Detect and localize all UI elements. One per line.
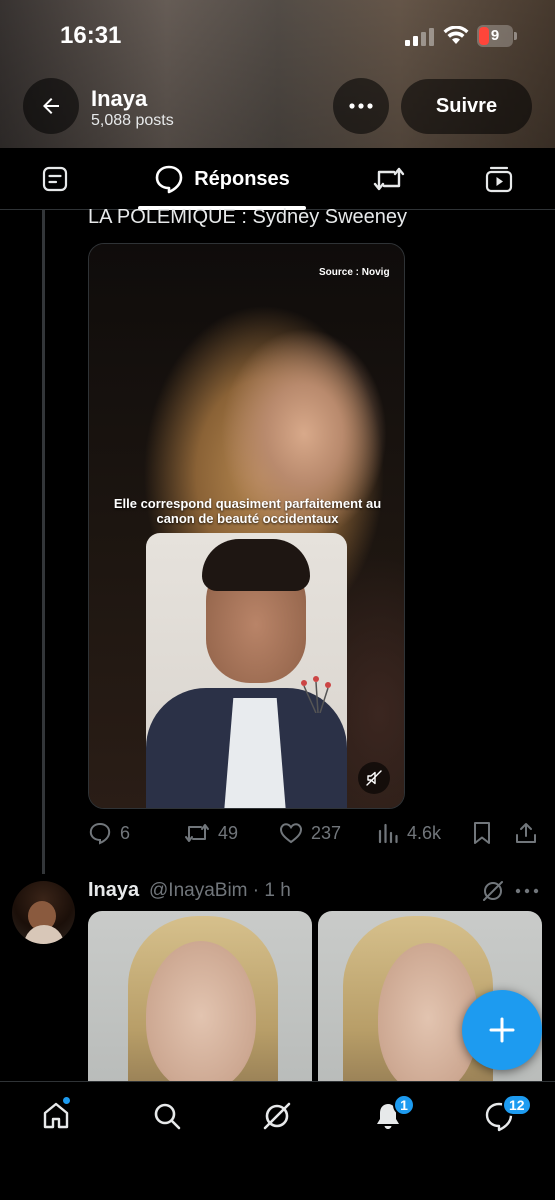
battery-level: 9	[490, 27, 500, 44]
profile-post-count: 5,088 posts	[91, 112, 174, 129]
notifications-badge: 1	[393, 1094, 415, 1116]
replies-icon	[155, 165, 183, 194]
repost-button[interactable]: 49	[184, 815, 238, 851]
posts-tab-icon	[42, 166, 68, 192]
like-button[interactable]: 237	[279, 815, 341, 851]
mute-button[interactable]	[358, 762, 390, 794]
nav-grok[interactable]	[257, 1096, 297, 1136]
bottom-navigation: 1 12	[0, 1081, 555, 1200]
tweet-actions: 6 49 237 4.6k	[88, 815, 548, 851]
back-arrow-icon	[43, 98, 59, 114]
back-button[interactable]	[23, 78, 79, 134]
more-icon	[349, 103, 373, 109]
tab-replies-label: Réponses	[194, 167, 290, 190]
tab-media[interactable]	[474, 148, 524, 210]
video-caption: Elle correspond quasiment parfaitement a…	[113, 496, 382, 526]
share-icon	[516, 823, 536, 843]
profile-nav-row: Inaya 5,088 posts Suivre	[0, 76, 555, 138]
views-icon	[378, 823, 398, 844]
nav-search[interactable]	[147, 1096, 187, 1136]
compose-button[interactable]	[462, 990, 542, 1070]
views-button[interactable]: 4.6k	[377, 815, 441, 851]
tweet-photo[interactable]	[88, 911, 312, 1086]
status-bar: 16:31 9	[0, 0, 555, 70]
views-count: 4.6k	[407, 822, 442, 843]
tweet-author-meta: @InayaBim · 1 h	[149, 880, 291, 901]
avatar[interactable]	[12, 881, 75, 944]
bookmark-icon	[474, 822, 490, 844]
grok-icon[interactable]	[481, 879, 505, 903]
plus-icon	[489, 1017, 515, 1043]
repost-count: 49	[218, 822, 239, 843]
cellular-signal-icon	[405, 28, 434, 46]
repost-icon	[185, 824, 209, 842]
messages-badge: 12	[502, 1094, 532, 1116]
tweet-more-icon[interactable]	[514, 881, 540, 901]
reply-count: 6	[120, 822, 131, 843]
battery-icon: 9	[477, 25, 517, 47]
profile-name: Inaya	[91, 86, 148, 111]
thread-connector-line	[42, 210, 45, 874]
like-count: 237	[311, 822, 342, 843]
status-time: 16:31	[60, 22, 122, 49]
wifi-icon	[443, 26, 469, 44]
tab-reposts[interactable]	[364, 148, 414, 210]
profile-tabs: Réponses	[0, 148, 555, 210]
grok-icon	[263, 1102, 291, 1130]
reply-icon	[89, 822, 111, 845]
repost-tab-icon	[373, 167, 405, 191]
profile-header-banner: 16:31 9 Inaya 5,088 posts Suivre	[0, 0, 555, 148]
tweet-text: LA POLEMIQUE : Sydney Sweeney	[88, 206, 408, 228]
tab-posts[interactable]	[30, 148, 80, 210]
reply-button[interactable]: 6	[88, 815, 130, 851]
search-icon	[154, 1103, 181, 1130]
bookmark-button[interactable]	[472, 815, 500, 851]
follow-button[interactable]: Suivre	[401, 79, 532, 134]
tab-replies[interactable]: Réponses	[138, 148, 306, 210]
inset-speaker-video	[146, 533, 347, 808]
like-icon	[279, 823, 303, 844]
tweet-video[interactable]: Source : Novig Elle correspond quasiment…	[88, 243, 405, 809]
media-tab-icon	[485, 166, 513, 193]
video-source-label: Source : Novig	[319, 267, 390, 278]
home-notification-dot	[62, 1096, 71, 1105]
tweet-author-name[interactable]: Inaya	[88, 879, 139, 902]
share-button[interactable]	[515, 815, 545, 851]
more-options-button[interactable]	[333, 78, 389, 134]
mute-icon	[366, 770, 382, 786]
